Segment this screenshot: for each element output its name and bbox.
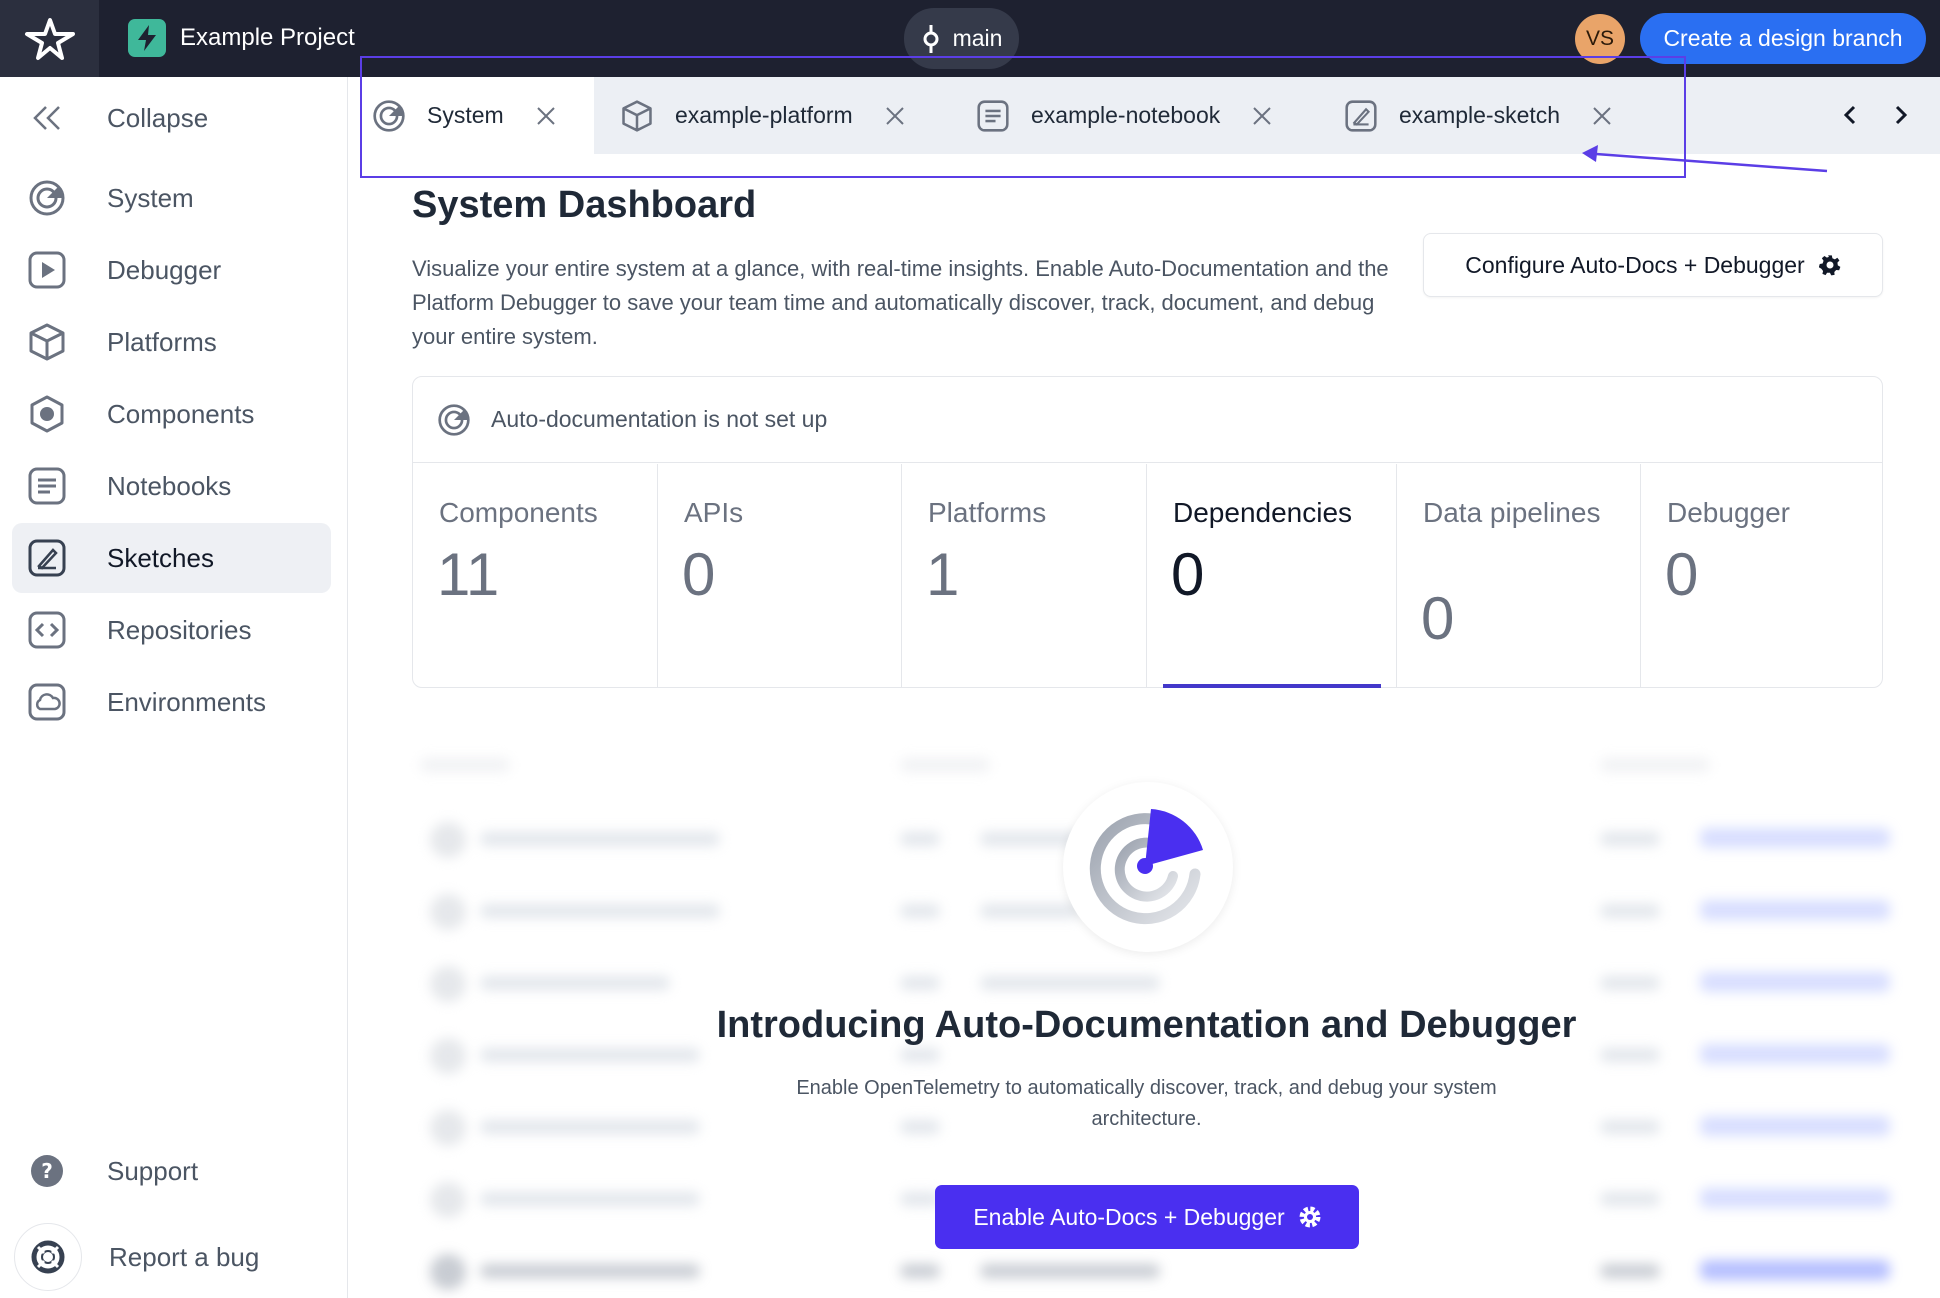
enable-auto-docs-button[interactable]: Enable Auto-Docs + Debugger xyxy=(935,1185,1359,1249)
sidebar-item-label: Environments xyxy=(107,686,266,717)
sidebar-item-repositories[interactable]: Repositories xyxy=(12,595,331,665)
chevron-left-icon xyxy=(1843,105,1856,125)
stat-platforms[interactable]: Platforms 1 xyxy=(902,464,1147,688)
hero-title: Introducing Auto-Documentation and Debug… xyxy=(716,1004,1577,1046)
stat-value: 0 xyxy=(1421,585,1455,652)
sidebar: Collapse System Debugger Platforms Compo… xyxy=(0,77,348,1298)
notebook-icon xyxy=(27,466,67,506)
chevron-right-icon xyxy=(1895,105,1908,125)
stat-value: 0 xyxy=(682,541,716,608)
stat-value: 0 xyxy=(1171,541,1205,608)
sidebar-item-components[interactable]: Components xyxy=(12,379,331,449)
sidebar-collapse[interactable]: Collapse xyxy=(12,83,331,153)
stat-components[interactable]: Components 11 xyxy=(413,464,658,688)
sidebar-item-label: Sketches xyxy=(107,542,214,573)
help-icon: ? xyxy=(27,1151,67,1191)
stat-label: Data pipelines xyxy=(1423,497,1601,528)
sidebar-item-environments[interactable]: Environments xyxy=(12,667,331,737)
sidebar-item-label: System xyxy=(107,182,194,213)
annotation-arrow-icon xyxy=(1582,145,1828,173)
stat-value: 11 xyxy=(437,541,500,608)
lightning-icon xyxy=(128,19,166,57)
sidebar-support-label: Support xyxy=(107,1155,199,1186)
svg-text:?: ? xyxy=(41,1159,53,1183)
stat-value: 1 xyxy=(926,541,960,608)
play-icon xyxy=(27,250,67,290)
radar-icon xyxy=(1089,809,1203,925)
sidebar-item-label: Notebooks xyxy=(107,470,232,501)
lifebuoy-icon xyxy=(14,1223,82,1291)
component-icon xyxy=(27,394,67,434)
sidebar-item-label: Components xyxy=(107,398,255,429)
stat-label: Components xyxy=(439,497,598,528)
sidebar-item-debugger[interactable]: Debugger xyxy=(12,235,331,305)
page-description: Visualize your entire system at a glance… xyxy=(412,256,1389,349)
tab-scroll-right-button[interactable] xyxy=(1886,100,1916,130)
stat-dependencies[interactable]: Dependencies 0 xyxy=(1147,464,1397,688)
code-icon xyxy=(27,610,67,650)
stat-debugger[interactable]: Debugger 0 xyxy=(1641,464,1884,688)
project-name: Example Project xyxy=(180,24,355,51)
auto-docs-status-text: Auto-documentation is not set up xyxy=(491,406,828,432)
stat-label: Debugger xyxy=(1667,497,1790,528)
stat-label: Platforms xyxy=(928,497,1047,528)
gear-icon xyxy=(1818,255,1841,276)
stat-data-pipelines[interactable]: Data pipelines 0 xyxy=(1397,464,1641,688)
sketch-icon xyxy=(27,538,67,578)
cube-icon xyxy=(27,322,67,362)
stat-value: 0 xyxy=(1665,541,1699,608)
gear-icon xyxy=(1299,1206,1321,1228)
auto-docs-stats-card: Auto-documentation is not set up Compone… xyxy=(412,376,1883,688)
stat-apis[interactable]: APIs 0 xyxy=(658,464,902,688)
sidebar-report-bug-label: Report a bug xyxy=(109,1241,260,1272)
stat-label: Dependencies xyxy=(1173,497,1353,528)
stat-label: APIs xyxy=(684,497,744,528)
sidebar-item-notebooks[interactable]: Notebooks xyxy=(12,451,331,521)
page-title: System Dashboard xyxy=(412,184,757,226)
sidebar-report-bug[interactable]: Report a bug xyxy=(12,1222,331,1292)
project-switcher[interactable]: Example Project xyxy=(128,19,355,57)
system-icon xyxy=(27,178,67,218)
branch-name: main xyxy=(952,25,1003,51)
chevrons-left-icon xyxy=(27,98,67,138)
annotation-highlight-box xyxy=(360,56,1686,178)
auto-docs-hero-icon xyxy=(1063,782,1233,952)
git-commit-icon xyxy=(923,24,939,53)
sidebar-item-label: Repositories xyxy=(107,614,252,645)
sidebar-collapse-label: Collapse xyxy=(107,102,209,133)
enable-button-label: Enable Auto-Docs + Debugger xyxy=(973,1203,1285,1230)
selected-stat-indicator xyxy=(1163,684,1381,688)
tab-scroll-left-button[interactable] xyxy=(1835,100,1865,130)
logo-star-icon xyxy=(24,17,75,60)
configure-auto-docs-button[interactable]: Configure Auto-Docs + Debugger xyxy=(1423,233,1883,297)
configure-button-label: Configure Auto-Docs + Debugger xyxy=(1465,251,1805,278)
sidebar-item-platforms[interactable]: Platforms xyxy=(12,307,331,377)
sidebar-item-label: Platforms xyxy=(107,326,217,357)
sidebar-item-sketches[interactable]: Sketches xyxy=(12,523,331,593)
sidebar-support[interactable]: ? Support xyxy=(12,1136,331,1206)
card-header: Auto-documentation is not set up xyxy=(413,377,1882,463)
cloud-icon xyxy=(27,682,67,722)
app-logo[interactable] xyxy=(0,0,99,77)
hero-description: Enable OpenTelemetry to automatically di… xyxy=(796,1077,1497,1130)
sidebar-item-label: Debugger xyxy=(107,254,222,285)
sidebar-item-system[interactable]: System xyxy=(12,163,331,233)
system-icon xyxy=(438,403,470,436)
